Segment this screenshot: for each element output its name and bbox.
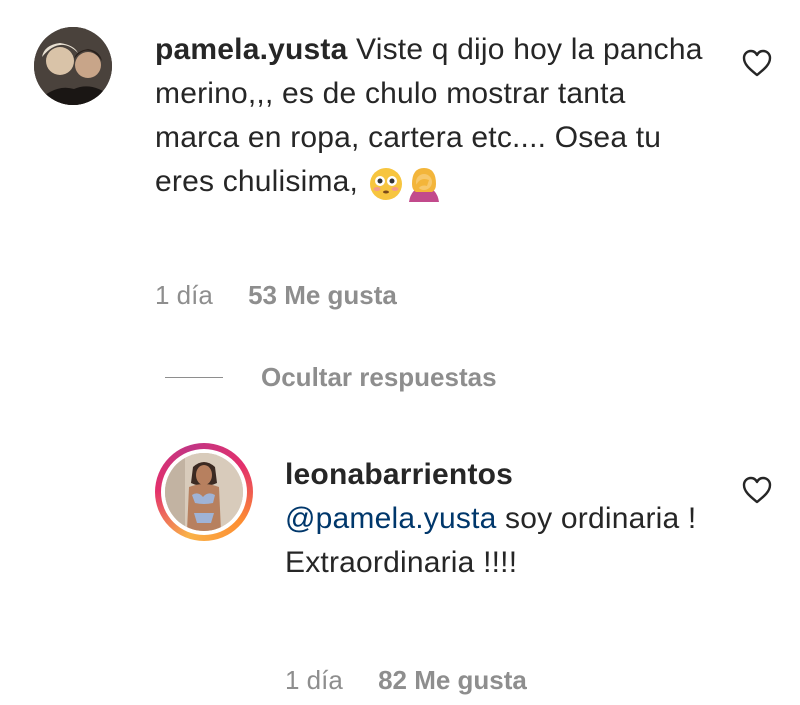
divider [165,377,223,378]
person-facepalming-emoji-icon [405,164,443,203]
comment-body: leonabarrientos @pamela.yusta soy ordina… [285,453,705,585]
heart-outline-icon[interactable] [741,475,773,505]
avatar[interactable] [165,453,243,531]
like-count[interactable]: 53 Me gusta [248,280,397,310]
hide-replies-label: Ocultar respuestas [261,362,497,392]
comment-body: pamela.yusta Viste q dijo hoy la pancha … [155,28,715,204]
story-ring[interactable] [155,443,253,541]
flushed-face-emoji-icon [367,164,405,202]
username[interactable]: pamela.yusta [155,33,348,66]
comment-meta: 1 día 53 Me gusta [155,280,397,311]
heart-outline-icon[interactable] [741,48,773,78]
username[interactable]: leonabarrientos [285,453,705,497]
like-count[interactable]: 82 Me gusta [378,665,527,695]
avatar[interactable] [34,27,112,105]
comment-meta: 1 día 82 Me gusta [285,665,527,696]
comment-age[interactable]: 1 día [285,665,343,695]
mention-link[interactable]: @pamela.yusta [285,502,497,535]
hide-replies-button[interactable]: Ocultar respuestas [165,362,497,393]
comment-age[interactable]: 1 día [155,280,213,310]
